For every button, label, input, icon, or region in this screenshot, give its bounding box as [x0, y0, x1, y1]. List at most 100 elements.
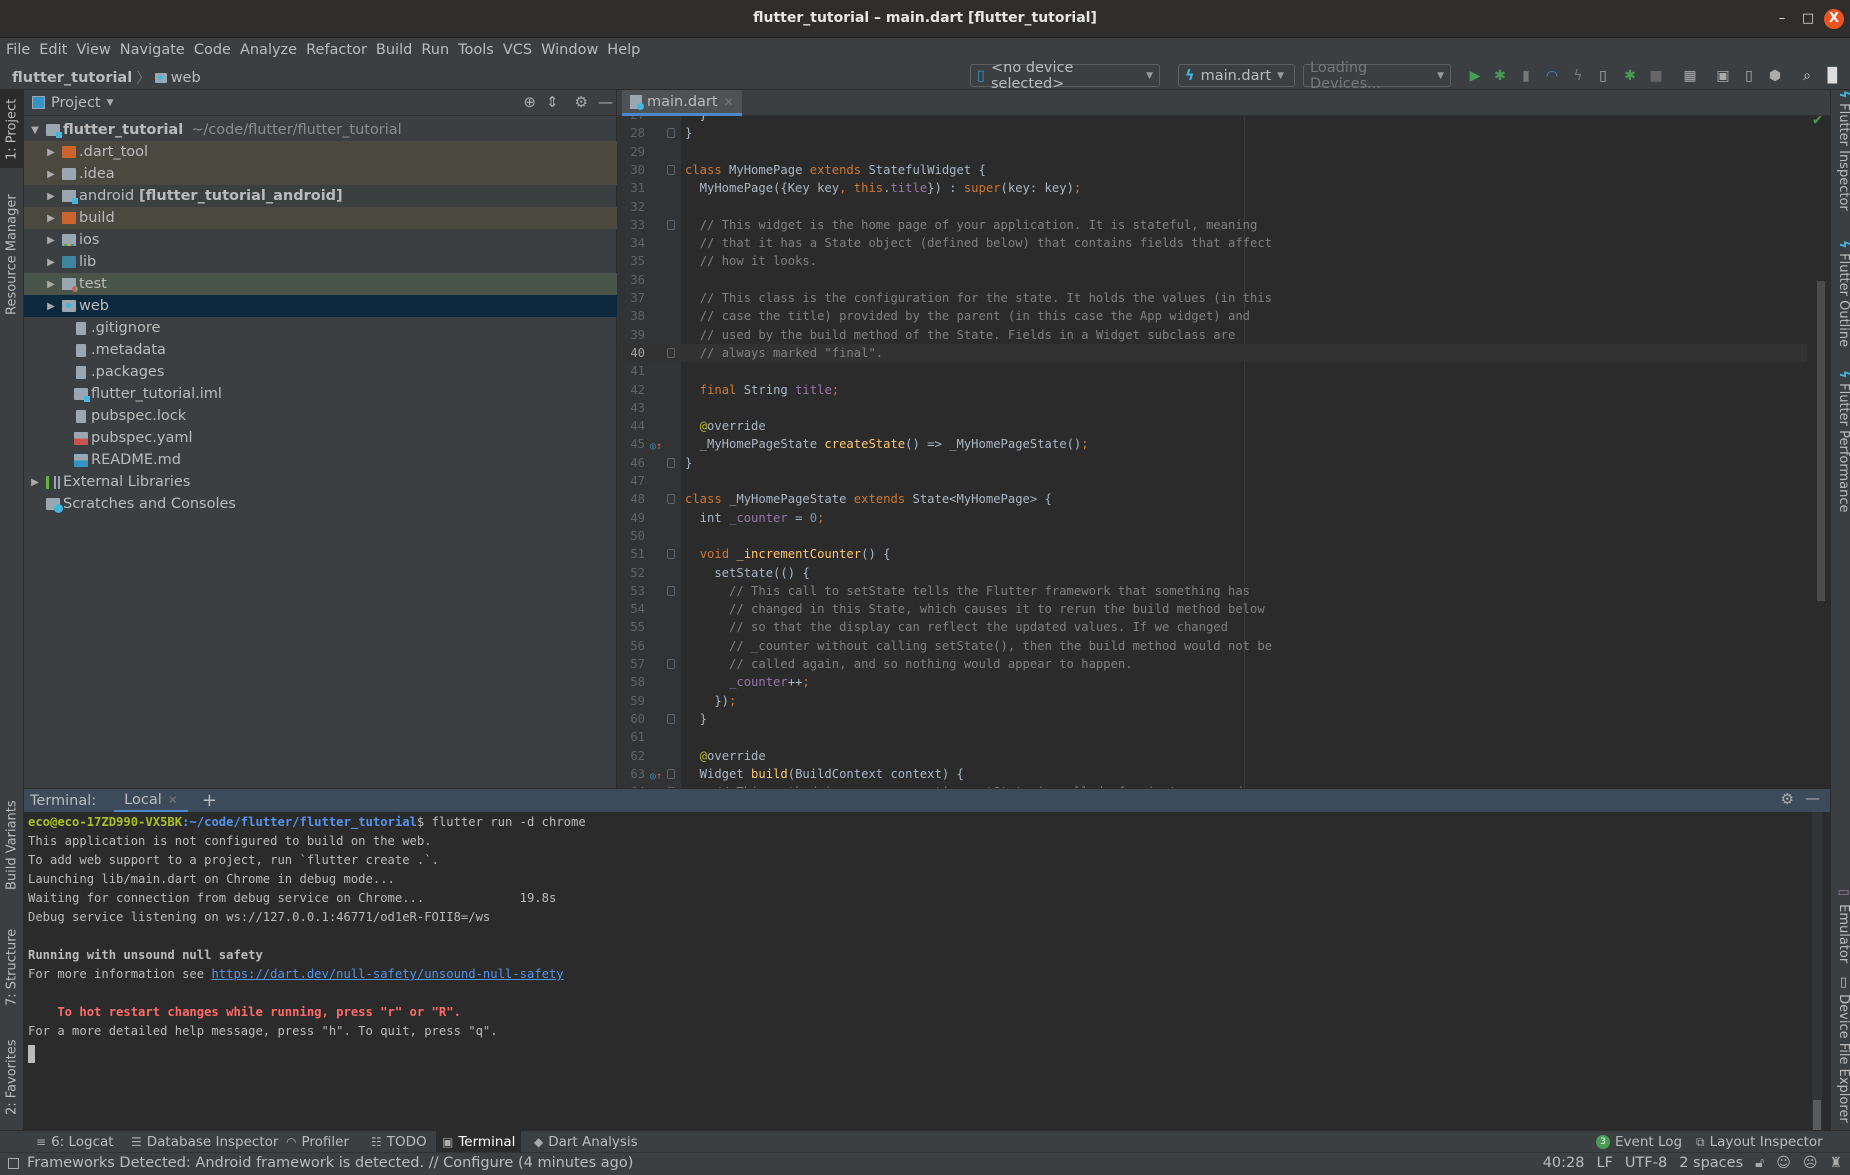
- inspector-icon[interactable]: ♜: [1829, 1155, 1842, 1171]
- apply-changes-icon[interactable]: ✱: [1620, 66, 1640, 86]
- tree-item[interactable]: ▶ build: [24, 207, 617, 229]
- tree-item[interactable]: .gitignore: [24, 317, 617, 339]
- tree-item[interactable]: pubspec.yaml: [24, 427, 617, 449]
- tool-tab-flutter-performance[interactable]: ϟ Flutter Performance: [1833, 370, 1850, 513]
- file-encoding[interactable]: UTF-8: [1625, 1155, 1667, 1171]
- code-line[interactable]: 35 // how it looks.: [617, 252, 1807, 270]
- devices-loading-selector[interactable]: Loading Devices... ▼: [1303, 60, 1451, 92]
- fold-marker-icon[interactable]: [667, 585, 675, 596]
- tool-tab-database-inspector[interactable]: ☰ Database Inspector: [125, 1131, 284, 1153]
- code-line[interactable]: 59 });: [617, 692, 1807, 710]
- code-editor[interactable]: 27 }28}2930class MyHomePage extends Stat…: [617, 116, 1830, 788]
- device-manager-icon[interactable]: ⬢: [1765, 66, 1785, 86]
- code-line[interactable]: 58 _counter++;: [617, 673, 1807, 691]
- debug-icon[interactable]: ✱: [1490, 66, 1510, 86]
- tool-tab-dart-analysis[interactable]: ◆ Dart Analysis: [528, 1131, 644, 1153]
- fold-marker-icon[interactable]: [667, 219, 675, 230]
- profile-icon[interactable]: ◠: [1542, 66, 1562, 86]
- tree-item[interactable]: ▶ lib: [24, 251, 617, 273]
- close-icon[interactable]: ✕: [168, 793, 178, 807]
- tool-tab-favorites[interactable]: 2: Favorites: [0, 1030, 24, 1125]
- new-terminal-button[interactable]: +: [202, 790, 217, 811]
- editor-scrollbar[interactable]: [1817, 281, 1825, 601]
- collapse-all-icon[interactable]: ⇕: [546, 93, 559, 111]
- terminal-output[interactable]: eco@eco-17ZD990-VX5BK:~/code/flutter/flu…: [24, 812, 1830, 1130]
- menu-edit[interactable]: Edit: [39, 42, 67, 58]
- caret-position[interactable]: 40:28: [1543, 1155, 1585, 1171]
- fold-marker-icon[interactable]: [667, 128, 675, 139]
- project-view-selector[interactable]: Project: [51, 95, 101, 111]
- close-button[interactable]: X: [1824, 9, 1844, 29]
- tool-tab-project[interactable]: 1: Project: [0, 90, 24, 168]
- attach-debugger-icon[interactable]: ▮: [1516, 66, 1536, 86]
- code-line[interactable]: 54 // changed in this State, which cause…: [617, 600, 1807, 618]
- indent-setting[interactable]: 2 spaces: [1679, 1155, 1743, 1171]
- code-line[interactable]: 46}: [617, 454, 1807, 472]
- code-line[interactable]: 28}: [617, 124, 1807, 142]
- breadcrumb-web[interactable]: web: [171, 70, 201, 86]
- gear-icon[interactable]: ⚙: [1781, 790, 1794, 808]
- tree-item[interactable]: README.md: [24, 449, 617, 471]
- sdk-manager-icon[interactable]: ▣: [1713, 66, 1733, 86]
- project-structure-icon[interactable]: ▦: [1680, 66, 1700, 86]
- tool-tab-todo[interactable]: ☷ TODO: [365, 1131, 433, 1153]
- code-line[interactable]: 60 }: [617, 710, 1807, 728]
- expand-arrow-icon[interactable]: ▶: [44, 235, 58, 246]
- code-line[interactable]: 45 ◎↑ _MyHomePageState createState() => _…: [617, 435, 1807, 453]
- toggle-tool-windows-icon[interactable]: [8, 1157, 19, 1169]
- terminal-scrollbar-thumb[interactable]: [1813, 1100, 1821, 1130]
- code-line[interactable]: 62 @override: [617, 747, 1807, 765]
- code-line[interactable]: 43: [617, 399, 1807, 417]
- hide-icon[interactable]: —: [598, 93, 613, 111]
- tool-tab-emulator[interactable]: ▭ Emulator: [1833, 885, 1850, 963]
- fold-marker-icon[interactable]: [667, 457, 675, 468]
- tool-tab-flutter-inspector[interactable]: ϟ Flutter Inspector: [1833, 90, 1850, 211]
- tool-tab-layout-inspector[interactable]: ⧉ Layout Inspector: [1690, 1131, 1829, 1153]
- code-line[interactable]: 30 class MyHomePage extends StatefulWidge…: [617, 161, 1807, 179]
- close-icon[interactable]: ✕: [724, 95, 734, 109]
- code-line[interactable]: 31 MyHomePage({Key key, this.title}) : s…: [617, 179, 1807, 197]
- tree-item[interactable]: ▶ .idea: [24, 163, 617, 185]
- menu-tools[interactable]: Tools: [458, 42, 494, 58]
- device-selector[interactable]: ▯ <no device selected> ▼: [970, 60, 1160, 92]
- code-line[interactable]: 52 setState(() {: [617, 564, 1807, 582]
- fold-marker-icon[interactable]: [667, 713, 675, 724]
- tree-item[interactable]: pubspec.lock: [24, 405, 617, 427]
- gear-icon[interactable]: ⚙: [575, 93, 588, 111]
- code-line[interactable]: 39 // used by the build method of the St…: [617, 326, 1807, 344]
- code-line[interactable]: 47: [617, 472, 1807, 490]
- expand-arrow-icon[interactable]: ▶: [44, 147, 58, 158]
- fold-marker-icon[interactable]: [667, 768, 675, 779]
- expand-arrow-icon[interactable]: ▶: [44, 279, 58, 290]
- expand-arrow-icon[interactable]: ▶: [44, 301, 58, 312]
- code-line[interactable]: 48 class _MyHomePageState extends State<M…: [617, 490, 1807, 508]
- terminal-scrollbar[interactable]: [1812, 812, 1822, 1130]
- fold-marker-icon[interactable]: [667, 347, 675, 358]
- tool-tab-flutter-outline[interactable]: ϟ Flutter Outline: [1833, 240, 1850, 347]
- tool-tab-logcat[interactable]: ≡ 6: Logcat: [30, 1131, 120, 1153]
- code-line[interactable]: 51 void _incrementCounter() {: [617, 545, 1807, 563]
- chevron-down-icon[interactable]: ▼: [107, 98, 114, 108]
- inspection-ok-icon[interactable]: ✔: [1813, 116, 1822, 128]
- menu-file[interactable]: File: [6, 42, 30, 58]
- code-line[interactable]: 41: [617, 362, 1807, 380]
- tree-item[interactable]: Scratches and Consoles: [24, 493, 617, 515]
- tree-item[interactable]: .packages: [24, 361, 617, 383]
- tree-item[interactable]: ▶ test: [24, 273, 617, 295]
- line-separator[interactable]: LF: [1597, 1155, 1613, 1171]
- tree-item[interactable]: ▼ flutter_tutorial ~/code/flutter/flutter_…: [24, 119, 617, 141]
- fold-marker-icon[interactable]: [667, 549, 675, 560]
- lock-icon[interactable]: 🔓︎: [1755, 1155, 1764, 1171]
- code-line[interactable]: 40 // always marked "final".: [617, 343, 1807, 362]
- menu-help[interactable]: Help: [607, 42, 640, 58]
- code-line[interactable]: 29: [617, 143, 1807, 161]
- hide-icon[interactable]: —: [1805, 789, 1820, 807]
- code-line[interactable]: 38 // case the title) provided by the pa…: [617, 307, 1807, 325]
- collapse-arrow-icon[interactable]: ▼: [28, 125, 42, 136]
- code-line[interactable]: 44 @override: [617, 417, 1807, 435]
- fold-marker-icon[interactable]: [667, 659, 675, 669]
- code-line[interactable]: 33 // This widget is the home page of yo…: [617, 216, 1807, 234]
- expand-arrow-icon[interactable]: ▶: [44, 169, 58, 180]
- menu-run[interactable]: Run: [421, 42, 449, 58]
- tree-item[interactable]: ▶ ios: [24, 229, 617, 251]
